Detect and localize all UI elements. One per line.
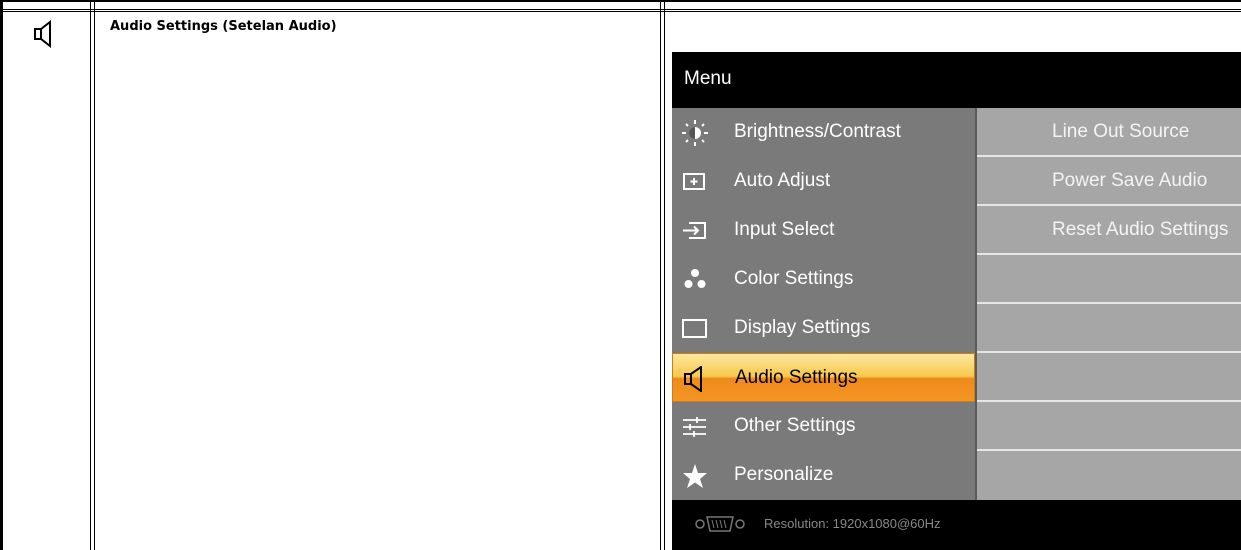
resolution-text: Resolution: 1920x1080@60Hz — [764, 516, 941, 531]
section-title: Audio Settings (Setelan Audio) — [110, 19, 337, 34]
submenu-item-empty — [977, 353, 1241, 402]
vga-connector-icon — [694, 514, 746, 534]
osd-menu: Menu Brightness/Contrast Auto Adjust Inp… — [672, 52, 1241, 550]
border-line — [0, 0, 1241, 2]
submenu-item-power-save-audio[interactable]: Power Save Audio — [977, 157, 1241, 206]
menu-item-label: Input Select — [734, 219, 835, 240]
menu-item-display-settings[interactable]: Display Settings — [672, 304, 975, 353]
border-line — [660, 0, 661, 550]
osd-footer: Resolution: 1920x1080@60Hz — [672, 500, 1241, 550]
border-line — [0, 9, 1241, 10]
menu-item-label: Other Settings — [734, 415, 856, 436]
menu-item-label: Audio Settings — [735, 367, 858, 388]
border-line — [0, 0, 3, 550]
submenu-item-reset-audio-settings[interactable]: Reset Audio Settings — [977, 206, 1241, 255]
menu-item-auto-adjust[interactable]: Auto Adjust — [672, 157, 975, 206]
other-settings-icon — [682, 414, 706, 438]
submenu-item-label: Power Save Audio — [1052, 170, 1208, 191]
osd-title: Menu — [684, 68, 732, 89]
star-icon — [682, 463, 707, 488]
submenu-item-label: Reset Audio Settings — [1052, 219, 1229, 240]
menu-item-other-settings[interactable]: Other Settings — [672, 402, 975, 451]
menu-item-label: Brightness/Contrast — [734, 121, 901, 142]
menu-item-personalize[interactable]: Personalize — [672, 451, 975, 500]
menu-item-label: Display Settings — [734, 317, 871, 338]
speaker-icon — [33, 19, 55, 52]
menu-item-audio-settings[interactable]: Audio Settings — [672, 353, 975, 402]
submenu-list: Line Out Source Power Save Audio Reset A… — [975, 108, 1241, 500]
submenu-item-line-out-source[interactable]: Line Out Source — [977, 108, 1241, 157]
menu-list: Brightness/Contrast Auto Adjust Input Se… — [672, 108, 975, 500]
menu-item-input-select[interactable]: Input Select — [672, 206, 975, 255]
auto-adjust-icon — [682, 169, 706, 193]
submenu-item-empty — [977, 255, 1241, 304]
border-line — [0, 11, 1241, 12]
menu-item-label: Personalize — [734, 464, 834, 485]
submenu-item-empty — [977, 402, 1241, 451]
border-line — [94, 0, 95, 550]
brightness-icon — [682, 120, 708, 146]
speaker-icon — [683, 365, 707, 393]
menu-item-label: Auto Adjust — [734, 170, 831, 191]
menu-item-label: Color Settings — [734, 268, 854, 289]
submenu-item-empty — [977, 304, 1241, 353]
display-settings-icon — [682, 316, 707, 340]
input-select-icon — [682, 218, 706, 242]
border-line — [90, 0, 91, 550]
menu-item-brightness-contrast[interactable]: Brightness/Contrast — [672, 108, 975, 157]
color-settings-icon — [682, 267, 706, 291]
submenu-item-empty — [977, 451, 1241, 500]
submenu-item-label: Line Out Source — [1052, 121, 1190, 142]
menu-item-color-settings[interactable]: Color Settings — [672, 255, 975, 304]
border-line — [664, 0, 665, 550]
